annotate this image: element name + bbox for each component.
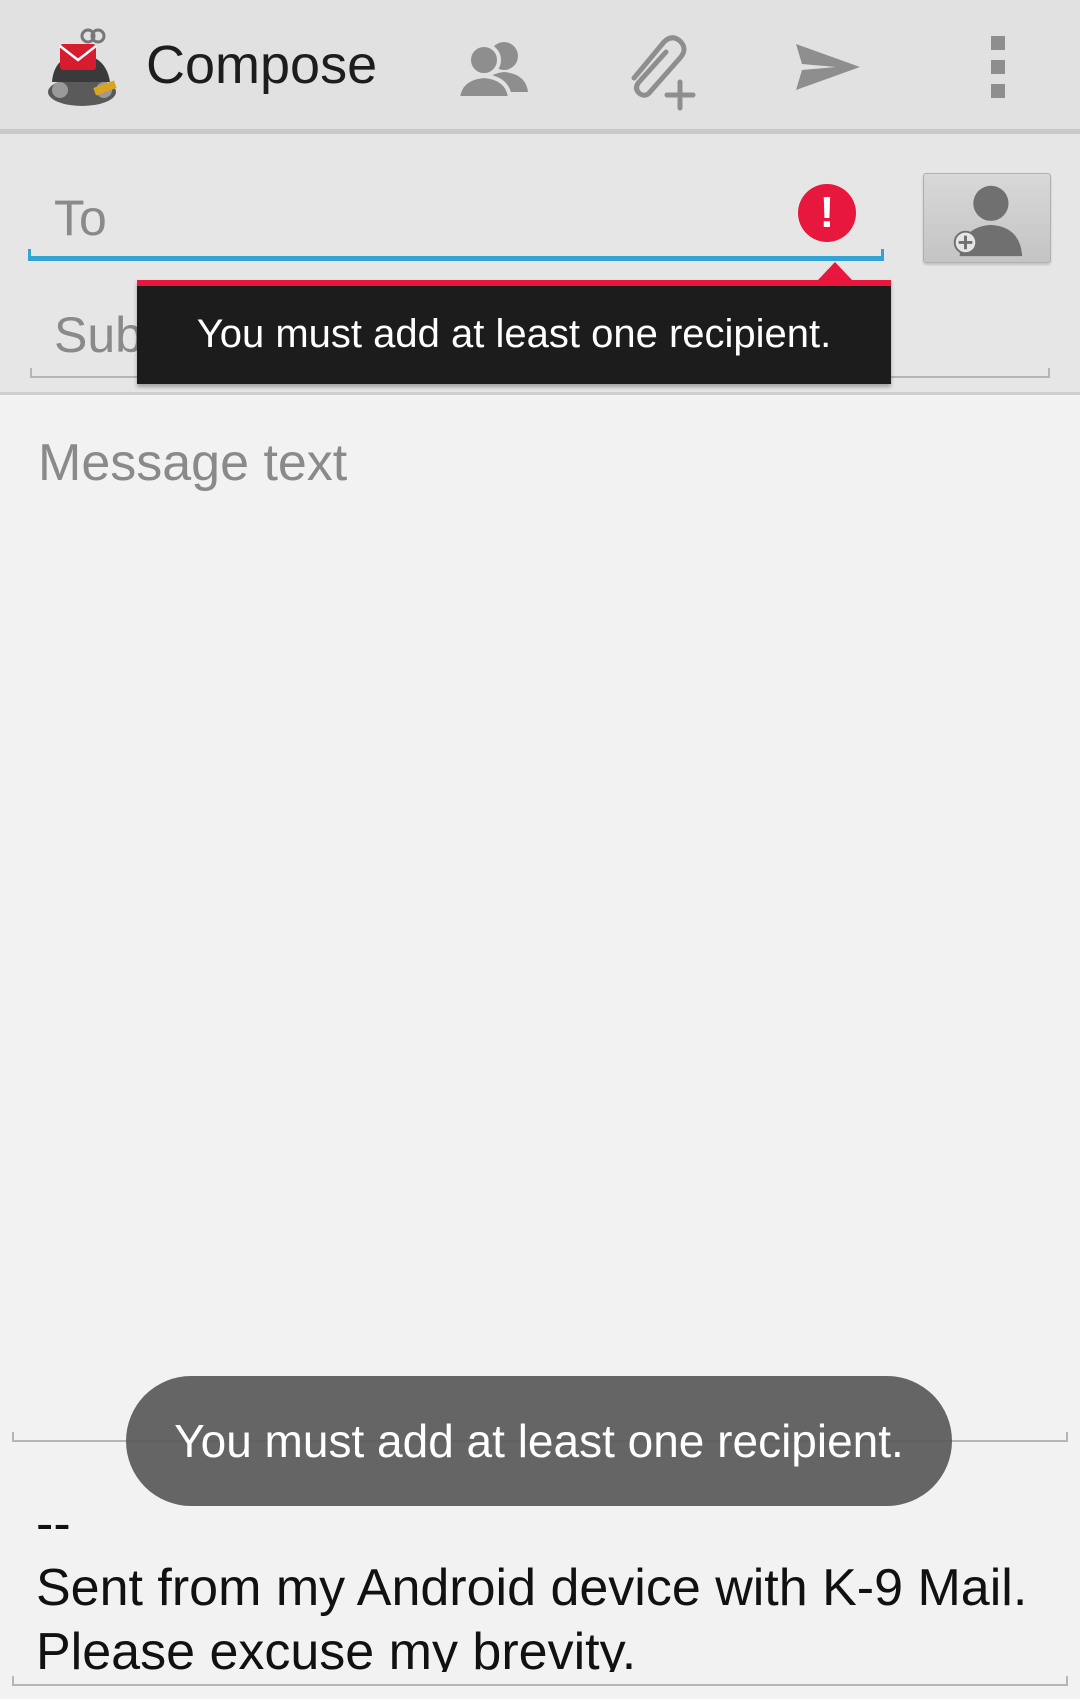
to-field[interactable] <box>28 170 884 266</box>
toast-message: You must add at least one recipient. <box>126 1376 952 1506</box>
error-popup: You must add at least one recipient. <box>137 280 891 384</box>
attach-file-icon[interactable] <box>612 22 702 112</box>
k9-mail-app-icon[interactable] <box>40 22 124 112</box>
signature-field[interactable]: -- Sent from my Android device with K-9 … <box>36 1492 1046 1672</box>
message-text-field[interactable] <box>30 425 1050 1425</box>
error-icon[interactable]: ! <box>798 184 856 242</box>
signature-underline <box>12 1676 1068 1686</box>
overflow-menu-icon[interactable] <box>952 22 1042 112</box>
to-field-underline <box>28 249 884 261</box>
add-contact-button[interactable] <box>923 173 1051 263</box>
add-cc-bcc-icon[interactable] <box>448 22 538 112</box>
page-title: Compose <box>146 35 378 95</box>
error-popup-arrow <box>818 262 852 280</box>
send-icon[interactable] <box>780 22 870 112</box>
